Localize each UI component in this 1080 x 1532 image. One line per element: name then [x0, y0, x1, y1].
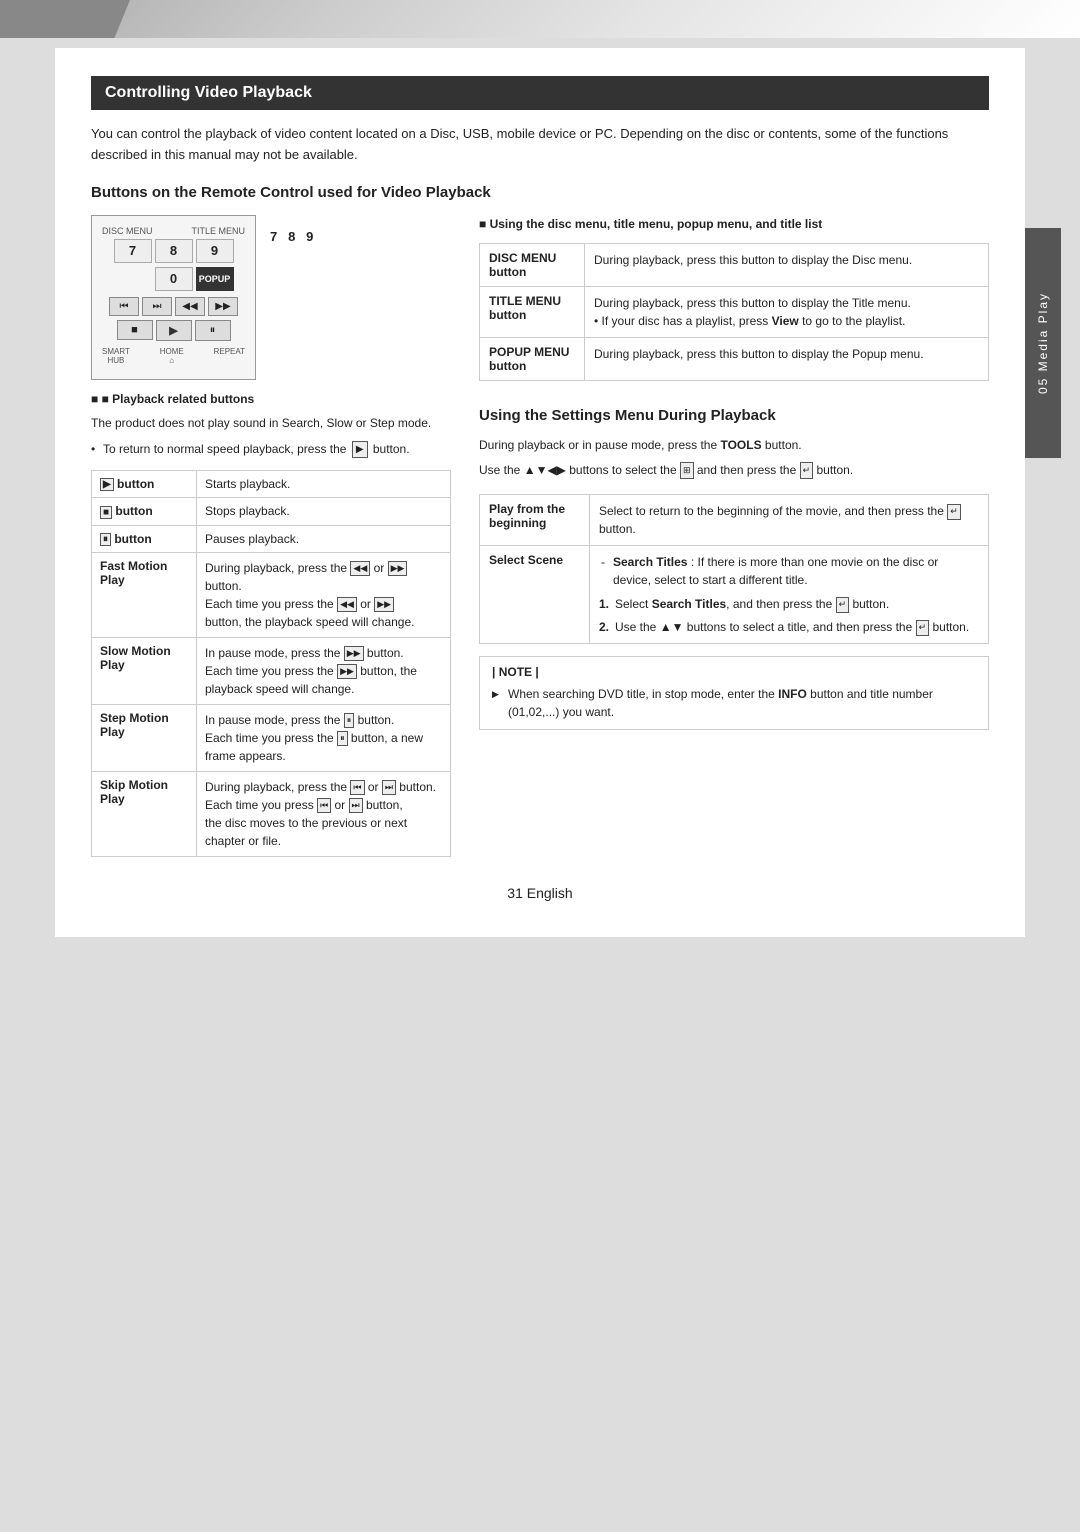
- disc-menu-title: ■ Using the disc menu, title menu, popup…: [479, 215, 989, 233]
- note-item: ▶ When searching DVD title, in stop mode…: [492, 685, 976, 721]
- table-row: Skip Motion Play During playback, press …: [92, 771, 451, 856]
- intro-text: You can control the playback of video co…: [91, 124, 989, 166]
- table-row: Select Scene - Search Titles : If there …: [480, 545, 989, 643]
- table-row: ▶ button Starts playback.: [92, 470, 451, 497]
- playback-bullet: • To return to normal speed playback, pr…: [91, 440, 451, 458]
- disc-menu-table: DISC MENUbutton During playback, press t…: [479, 243, 989, 381]
- playback-label: ■ ■ Playback related buttons: [91, 392, 451, 406]
- settings-intro: During playback or in pause mode, press …: [479, 436, 989, 455]
- section-header: Controlling Video Playback: [91, 76, 989, 110]
- settings-table: Play from the beginning Select to return…: [479, 494, 989, 644]
- settings-section-title: Using the Settings Menu During Playback: [479, 405, 989, 426]
- table-row: POPUP MENUbutton During playback, press …: [480, 337, 989, 380]
- settings-intro2: Use the ▲▼◀▶ buttons to select the ⊞ and…: [479, 461, 989, 480]
- table-row: Play from the beginning Select to return…: [480, 494, 989, 545]
- remote-annotations: 7 8 9: [270, 215, 313, 299]
- playback-note: The product does not play sound in Searc…: [91, 414, 451, 432]
- table-row: Fast Motion Play During playback, press …: [92, 552, 451, 637]
- table-row: ■ button Stops playback.: [92, 498, 451, 525]
- note-box: | NOTE | ▶ When searching DVD title, in …: [479, 656, 989, 730]
- side-tab-label: 05 Media Play: [1036, 292, 1050, 394]
- remote-illustration: DISC MENU TITLE MENU 7 8 9 0 POPUP: [91, 215, 256, 380]
- subsection-buttons-title: Buttons on the Remote Control used for V…: [91, 184, 989, 201]
- table-row: TITLE MENUbutton During playback, press …: [480, 286, 989, 337]
- playback-table: ▶ button Starts playback. ■ button Stops…: [91, 470, 451, 857]
- side-tab: 05 Media Play: [1025, 228, 1061, 458]
- table-row: DISC MENUbutton During playback, press t…: [480, 243, 989, 286]
- note-title: | NOTE |: [492, 665, 976, 679]
- table-row: Slow Motion Play In pause mode, press th…: [92, 637, 451, 704]
- table-row: ⏸ button Pauses playback.: [92, 525, 451, 552]
- table-row: Step Motion Play In pause mode, press th…: [92, 704, 451, 771]
- page-number: 31 English: [91, 885, 989, 901]
